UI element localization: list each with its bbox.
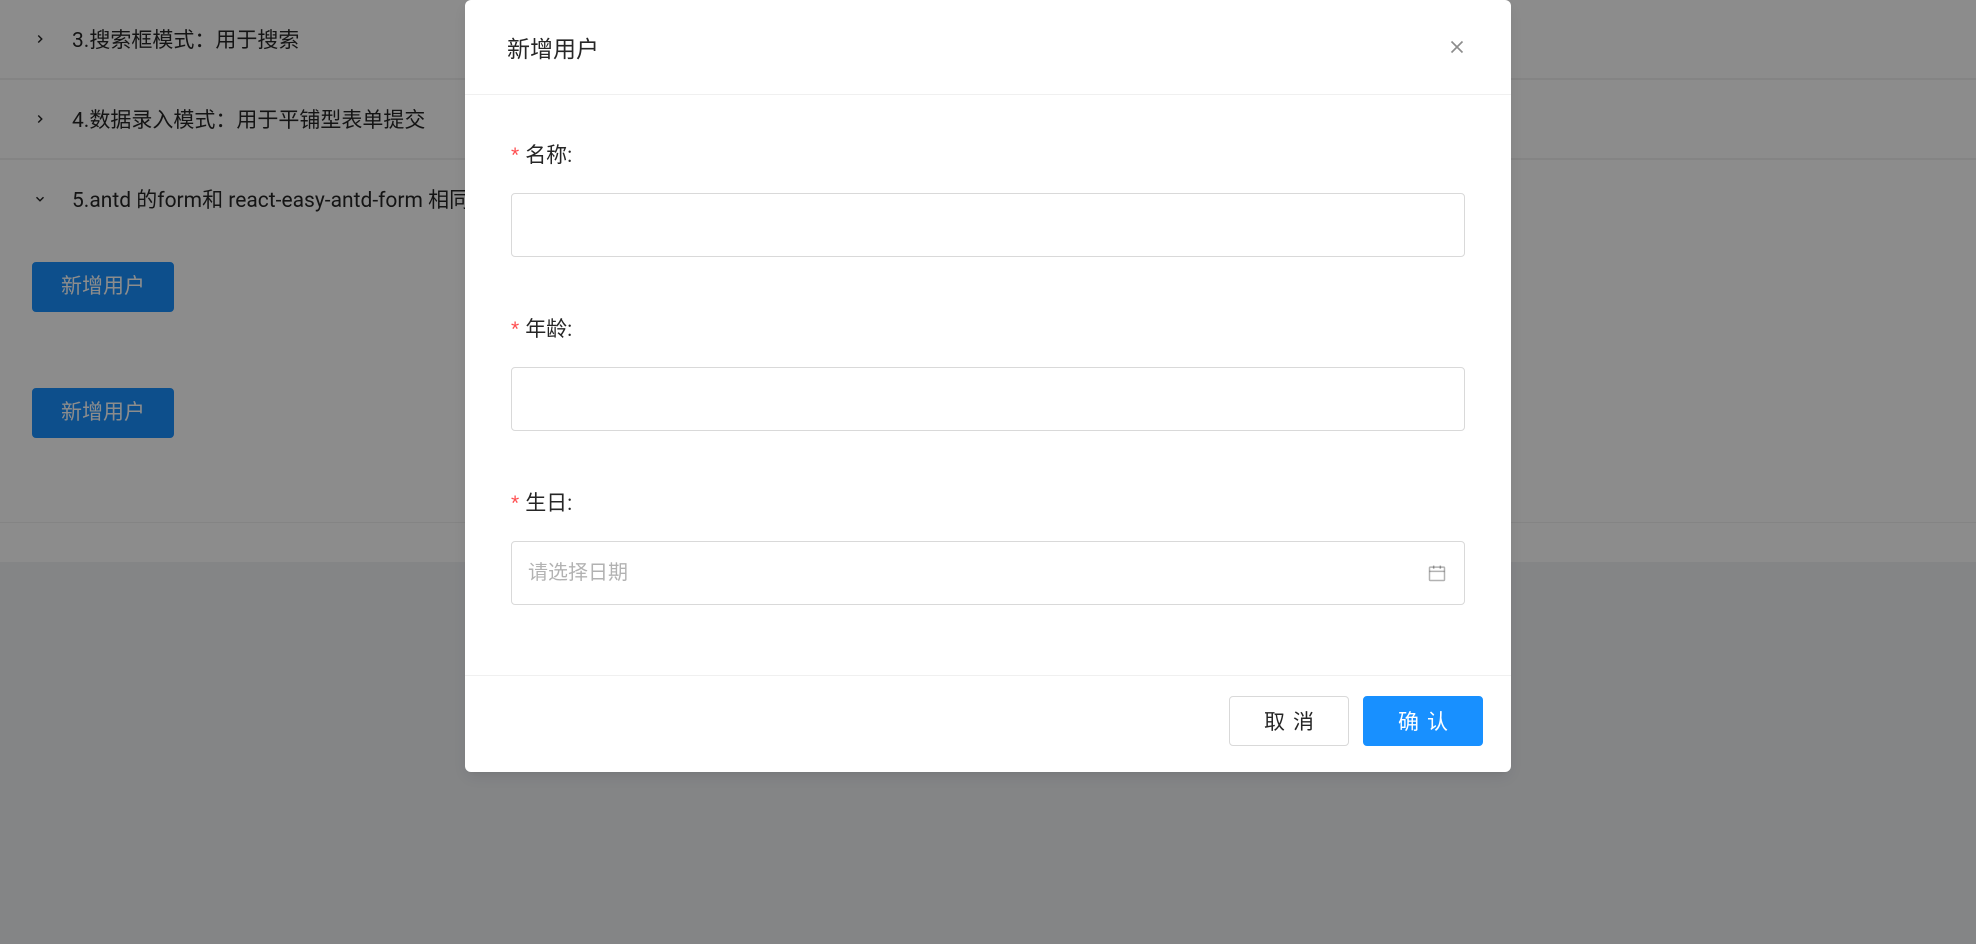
birthday-datepicker[interactable] — [511, 541, 1465, 605]
birthday-label: * 生日: — [511, 487, 1465, 517]
add-user-modal: 新增用户 * 名称: * 年龄: * 生日: — [465, 0, 1511, 772]
name-input[interactable] — [511, 193, 1465, 257]
modal-body: * 名称: * 年龄: * 生日: — [465, 95, 1511, 675]
modal-title: 新增用户 — [507, 30, 599, 64]
modal-wrap: 新增用户 * 名称: * 年龄: * 生日: — [0, 0, 1976, 944]
form-item-name: * 名称: — [511, 139, 1465, 257]
required-mark: * — [511, 318, 519, 341]
required-mark: * — [511, 144, 519, 167]
cancel-button[interactable]: 取消 — [1229, 696, 1349, 746]
name-label: * 名称: — [511, 139, 1465, 169]
birthday-input[interactable] — [511, 541, 1465, 605]
close-icon[interactable] — [1445, 35, 1469, 59]
form-item-age: * 年龄: — [511, 313, 1465, 431]
modal-header: 新增用户 — [465, 0, 1511, 95]
modal-footer: 取消 确认 — [465, 675, 1511, 772]
required-mark: * — [511, 492, 519, 515]
age-input[interactable] — [511, 367, 1465, 431]
birthday-label-text: 生日: — [525, 492, 572, 516]
age-label-text: 年龄: — [525, 318, 572, 342]
name-label-text: 名称: — [525, 144, 572, 168]
form-item-birthday: * 生日: — [511, 487, 1465, 605]
age-label: * 年龄: — [511, 313, 1465, 343]
ok-button[interactable]: 确认 — [1363, 696, 1483, 746]
